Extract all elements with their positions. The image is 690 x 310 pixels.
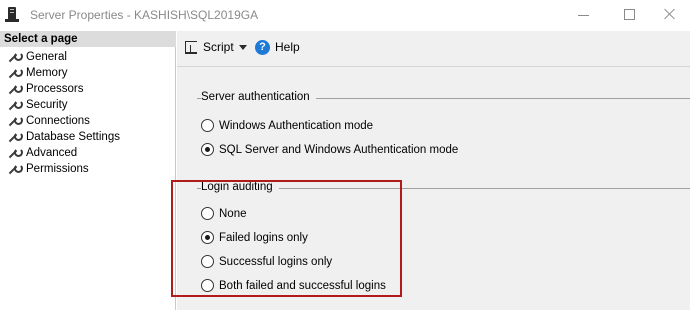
sidebar-item-connections[interactable]: Connections <box>0 113 176 129</box>
close-icon <box>664 8 676 20</box>
wrench-icon <box>8 116 23 126</box>
server-properties-icon <box>5 7 19 22</box>
script-icon <box>185 41 197 54</box>
server-authentication-title: Server authentication <box>201 91 316 103</box>
sidebar-item-general[interactable]: General <box>0 49 176 65</box>
window-title: Server Properties - KASHISH\SQL2019GA <box>30 8 259 22</box>
windows-auth-radio[interactable] <box>201 119 214 132</box>
sql-windows-auth-label: SQL Server and Windows Authentication mo… <box>219 144 459 156</box>
select-page-header: Select a page <box>0 31 176 47</box>
help-label: Help <box>275 40 300 54</box>
help-button[interactable]: ? Help <box>255 39 300 57</box>
page-selector-panel: Select a page General Memory Processors … <box>0 31 176 310</box>
wrench-icon <box>8 84 23 94</box>
login-auditing-highlight <box>171 180 402 297</box>
sidebar-item-permissions[interactable]: Permissions <box>0 161 176 177</box>
sidebar-item-label: Connections <box>26 115 90 127</box>
title-bar: Server Properties - KASHISH\SQL2019GA <box>0 0 690 30</box>
sidebar-item-database-settings[interactable]: Database Settings <box>0 129 176 145</box>
maximize-icon <box>624 9 635 20</box>
close-button[interactable] <box>645 0 690 30</box>
wrench-icon <box>8 52 23 62</box>
toolbar: Script ? Help <box>177 31 690 67</box>
sidebar-item-processors[interactable]: Processors <box>0 81 176 97</box>
sidebar-item-label: Advanced <box>26 147 78 159</box>
windows-auth-label: Windows Authentication mode <box>219 120 374 132</box>
wrench-icon <box>8 100 23 110</box>
chevron-down-icon[interactable] <box>239 45 247 50</box>
minimize-button[interactable] <box>555 0 601 30</box>
sql-windows-auth-radio[interactable] <box>201 143 214 156</box>
sidebar-item-label: Security <box>26 99 68 111</box>
sidebar-item-label: General <box>26 51 67 63</box>
sidebar-item-advanced[interactable]: Advanced <box>0 145 176 161</box>
wrench-icon <box>8 68 23 78</box>
minimize-icon <box>578 15 589 16</box>
sidebar-item-security[interactable]: Security <box>0 97 176 113</box>
sidebar-item-memory[interactable]: Memory <box>0 65 176 81</box>
sidebar-item-label: Database Settings <box>26 131 120 143</box>
sidebar-item-label: Processors <box>26 83 84 95</box>
wrench-icon <box>8 132 23 142</box>
wrench-icon <box>8 164 23 174</box>
wrench-icon <box>8 148 23 158</box>
script-label: Script <box>203 40 234 54</box>
script-button[interactable]: Script <box>183 39 247 57</box>
page-list: General Memory Processors Security Conne… <box>0 49 176 177</box>
sidebar-item-label: Memory <box>26 67 68 79</box>
help-icon: ? <box>255 40 270 55</box>
sidebar-item-label: Permissions <box>26 163 89 175</box>
